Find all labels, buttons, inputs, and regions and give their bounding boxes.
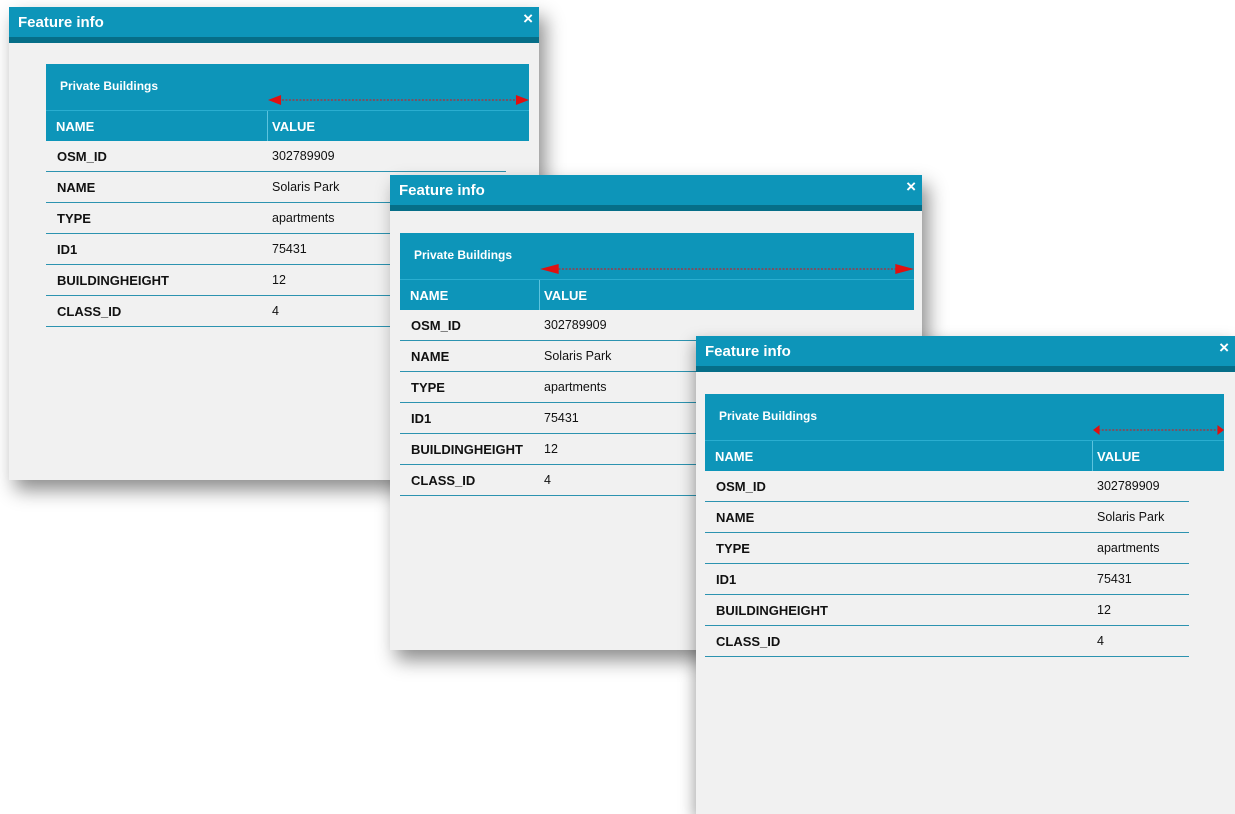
attribute-value: 302789909 [1097, 479, 1160, 493]
double-arrow-icon [1093, 424, 1224, 436]
attribute-value: apartments [1097, 541, 1160, 555]
dialog-title: Feature info [399, 181, 485, 199]
column-header-value[interactable]: VALUE [268, 119, 315, 134]
table-row: NAME Solaris Park [705, 502, 1189, 533]
double-arrow-icon [540, 263, 914, 275]
layer-header: Private Buildings [46, 64, 529, 110]
attribute-name: OSM_ID [411, 317, 461, 333]
feature-info-panel-3: Feature info × Private Buildings NAME VA… [696, 336, 1235, 814]
attribute-value: 302789909 [272, 149, 335, 163]
attribute-value: Solaris Park [544, 349, 612, 363]
column-header-name[interactable]: NAME [46, 111, 268, 141]
dialog-titlebar[interactable]: Feature info × [390, 175, 922, 211]
attribute-value: 4 [544, 473, 551, 487]
attribute-name: TYPE [411, 379, 445, 395]
table-row: TYPE apartments [705, 533, 1189, 564]
attribute-value: apartments [544, 380, 607, 394]
attribute-name: NAME [411, 348, 450, 364]
attribute-value: 12 [272, 273, 286, 287]
column-header-name[interactable]: NAME [705, 441, 1093, 471]
column-header-name[interactable]: NAME [400, 280, 540, 310]
attribute-value: apartments [272, 211, 335, 225]
attribute-name: BUILDINGHEIGHT [716, 602, 828, 618]
table-row: OSM_ID 302789909 [705, 471, 1189, 502]
attribute-value: 75431 [544, 411, 579, 425]
column-header-row: NAME VALUE [400, 279, 914, 310]
column-header-row: NAME VALUE [46, 110, 529, 141]
column-header-value[interactable]: VALUE [1093, 449, 1140, 464]
layer-header: Private Buildings [400, 233, 914, 279]
attribute-value: 302789909 [544, 318, 607, 332]
attribute-name: OSM_ID [57, 148, 107, 164]
attribute-value: 75431 [272, 242, 307, 256]
attribute-name: CLASS_ID [716, 633, 781, 649]
attribute-name: NAME [716, 509, 755, 525]
attribute-name: TYPE [57, 210, 91, 226]
feature-table: Private Buildings NAME VALUE OSM_ID 3027… [705, 394, 1224, 657]
close-icon[interactable]: × [1219, 338, 1229, 358]
dialog-title: Feature info [18, 13, 104, 31]
attribute-name: NAME [57, 179, 96, 195]
double-arrow-icon [268, 94, 529, 106]
close-icon[interactable]: × [523, 9, 533, 29]
column-header-row: NAME VALUE [705, 440, 1224, 471]
table-row: CLASS_ID 4 [705, 626, 1189, 657]
attribute-name: TYPE [716, 540, 750, 556]
column-header-value[interactable]: VALUE [540, 288, 587, 303]
layer-name: Private Buildings [719, 409, 818, 423]
attribute-name: ID1 [411, 410, 432, 426]
attribute-name: ID1 [716, 571, 737, 587]
layer-name: Private Buildings [60, 79, 159, 93]
attribute-value: 12 [544, 442, 558, 456]
dialog-title: Feature info [705, 342, 791, 360]
attribute-value: 12 [1097, 603, 1111, 617]
attribute-name: OSM_ID [716, 478, 766, 494]
attribute-value: 75431 [1097, 572, 1132, 586]
attribute-name: BUILDINGHEIGHT [411, 441, 523, 457]
dialog-titlebar[interactable]: Feature info × [696, 336, 1235, 372]
table-row: BUILDINGHEIGHT 12 [705, 595, 1189, 626]
attribute-value: 4 [272, 304, 279, 318]
close-icon[interactable]: × [906, 177, 916, 197]
attribute-name: ID1 [57, 241, 78, 257]
attribute-value: Solaris Park [272, 180, 340, 194]
attribute-name: CLASS_ID [411, 472, 476, 488]
attribute-value: 4 [1097, 634, 1104, 648]
attribute-value: Solaris Park [1097, 510, 1165, 524]
layer-header: Private Buildings [705, 394, 1224, 440]
table-row: OSM_ID 302789909 [46, 141, 506, 172]
table-row: ID1 75431 [705, 564, 1189, 595]
dialog-titlebar[interactable]: Feature info × [9, 7, 539, 43]
attribute-name: BUILDINGHEIGHT [57, 272, 169, 288]
layer-name: Private Buildings [414, 248, 513, 262]
attribute-name: CLASS_ID [57, 303, 122, 319]
